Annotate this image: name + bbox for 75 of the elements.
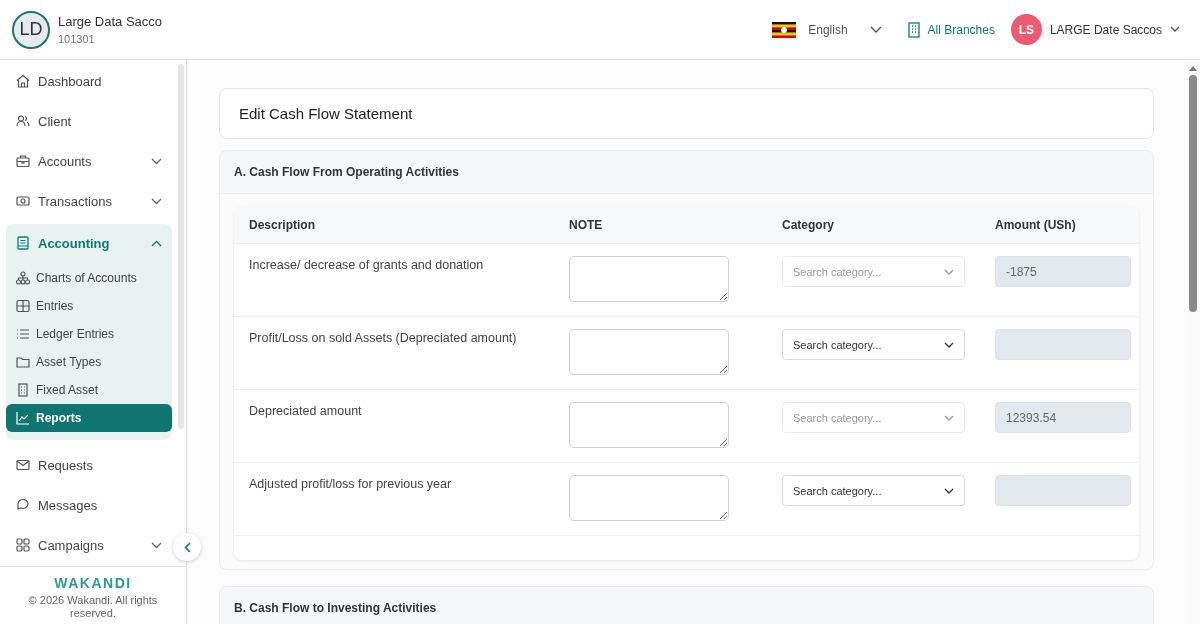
nav-item[interactable]: Messages	[6, 486, 172, 524]
row-description: Adjusted profit/loss for previous year	[249, 476, 453, 491]
folder-icon	[16, 355, 30, 369]
users-icon	[16, 114, 30, 128]
chevron-down-icon	[151, 197, 162, 205]
category-select[interactable]: Search category...	[782, 329, 965, 360]
section-title: A. Cash Flow From Operating Activities	[234, 165, 459, 179]
org-name: Large Data Sacco	[58, 14, 163, 29]
nav-item[interactable]: Dashboard	[6, 62, 172, 100]
note-field[interactable]	[569, 329, 729, 375]
tree-icon	[16, 271, 30, 285]
note-field[interactable]	[569, 402, 729, 448]
list-icon	[16, 327, 30, 341]
scrollbar-thumb[interactable]	[1189, 75, 1197, 312]
column-header: NOTE	[569, 217, 604, 232]
sidebar-scrollbar[interactable]	[178, 64, 184, 429]
branch-selector[interactable]: All Branches	[907, 21, 995, 38]
nav-subitem[interactable]: Asset Types	[6, 348, 172, 376]
user-menu[interactable]: LARGE Date Saccos	[1049, 22, 1162, 37]
nav-item[interactable]: Campaigns	[6, 526, 172, 564]
org-avatar: LD	[12, 10, 50, 49]
grid-icon	[16, 538, 30, 552]
mail-icon	[16, 458, 30, 472]
note-field[interactable]	[569, 256, 729, 302]
page-title: Edit Cash Flow Statement	[239, 105, 413, 122]
nav-item[interactable]: Transactions	[6, 182, 172, 220]
row-description: Depreciated amount	[249, 403, 363, 418]
scroll-up-icon[interactable]	[1189, 66, 1197, 71]
section-title: B. Cash Flow to Investing Activities	[234, 601, 437, 615]
building-icon	[907, 21, 920, 38]
row-description: Profit/Loss on sold Assets (Depreciated amount)	[249, 330, 518, 345]
nav-subitem[interactable]: Entries	[6, 292, 172, 320]
chevron-down-icon[interactable]	[869, 25, 882, 34]
nav-subitem[interactable]: Reports	[6, 404, 172, 432]
copyright-text: © 2026 Wakandi. All rights reserved.	[27, 594, 159, 620]
chevron-left-icon	[183, 541, 191, 553]
chevron-down-icon	[151, 541, 162, 549]
chevron-down-icon	[944, 341, 954, 348]
chevron-down-icon	[944, 487, 954, 494]
chevron-down-icon	[151, 157, 162, 165]
collapse-button[interactable]	[173, 533, 201, 561]
branch-label: All Branches	[927, 22, 995, 37]
cash-icon	[16, 194, 30, 208]
home-icon	[16, 74, 30, 88]
briefcase-icon	[16, 154, 30, 168]
flag-icon	[772, 21, 797, 38]
building-icon	[16, 383, 30, 397]
chevron-down-icon[interactable]	[1170, 26, 1180, 33]
amount-field[interactable]	[995, 475, 1131, 506]
nav-subitem[interactable]: Fixed Asset	[6, 376, 172, 404]
amount-field[interactable]	[995, 329, 1131, 360]
nav-subitem[interactable]: Charts of Accounts	[6, 264, 172, 292]
column-header: Description	[249, 217, 316, 232]
language-selector[interactable]: English	[808, 22, 848, 37]
chat-icon	[16, 498, 30, 512]
nav-item[interactable]: Client	[6, 102, 172, 140]
amount-field[interactable]: 12393.54	[995, 402, 1131, 433]
note-field[interactable]	[569, 475, 729, 521]
table-icon	[16, 299, 30, 313]
nav-item[interactable]: Requests	[6, 446, 172, 484]
column-header: Category	[782, 217, 835, 232]
chevron-up-icon	[151, 239, 162, 247]
chart-icon	[16, 411, 30, 425]
chevron-down-icon	[944, 268, 954, 275]
column-header: Amount (USh)	[995, 217, 1077, 232]
amount-field[interactable]: -1875	[995, 256, 1131, 287]
nav-subitem[interactable]: Ledger Entries	[6, 320, 172, 348]
brand-logo: WAKANDI	[54, 575, 132, 591]
category-select[interactable]: Search category...	[782, 475, 965, 506]
row-description: Increase/ decrease of grants and donation	[249, 257, 485, 272]
nav-item[interactable]: Accounts	[6, 142, 172, 180]
nav-item[interactable]: Accounting	[6, 224, 172, 262]
org-code: 101301	[58, 33, 96, 45]
book-icon	[16, 236, 30, 250]
chevron-down-icon	[944, 414, 954, 421]
